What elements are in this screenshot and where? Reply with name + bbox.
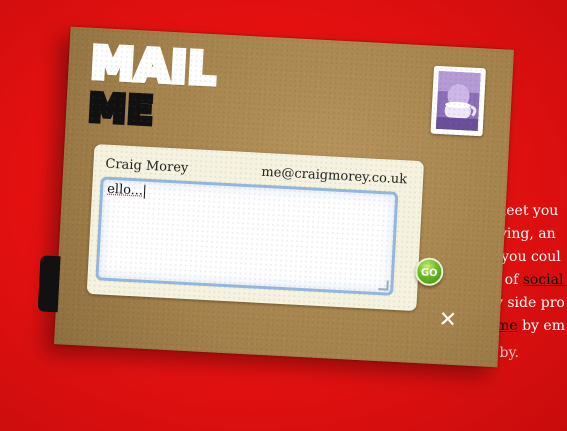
recipient-email: me@craigmorey.co.uk	[261, 164, 408, 188]
avatar	[430, 65, 487, 137]
logo-mail-text: MAIL	[87, 35, 221, 98]
go-button[interactable]: GO	[414, 256, 445, 287]
close-icon[interactable]: ✕	[437, 307, 458, 333]
mail-me-popup: MAIL ME Craig Morey me@craigmorey.co.uk …	[37, 26, 515, 377]
sender-name: Craig Morey	[105, 156, 189, 176]
message-text: ello...	[106, 181, 144, 199]
profile-photo-icon	[435, 70, 481, 132]
cardboard-panel: MAIL ME Craig Morey me@craigmorey.co.uk …	[37, 26, 515, 368]
resize-handle[interactable]	[378, 280, 389, 291]
logo-me-text: ME	[85, 83, 158, 135]
social-link[interactable]: social s	[523, 272, 567, 288]
side-tab[interactable]	[37, 255, 61, 313]
text-caret	[143, 184, 146, 199]
bg-line-4: s of social s	[493, 269, 567, 292]
contact-form: Craig Morey me@craigmorey.co.uk ello...	[86, 144, 425, 312]
message-textarea[interactable]: ello...	[95, 176, 399, 296]
bg-line-text: by em	[517, 318, 565, 334]
